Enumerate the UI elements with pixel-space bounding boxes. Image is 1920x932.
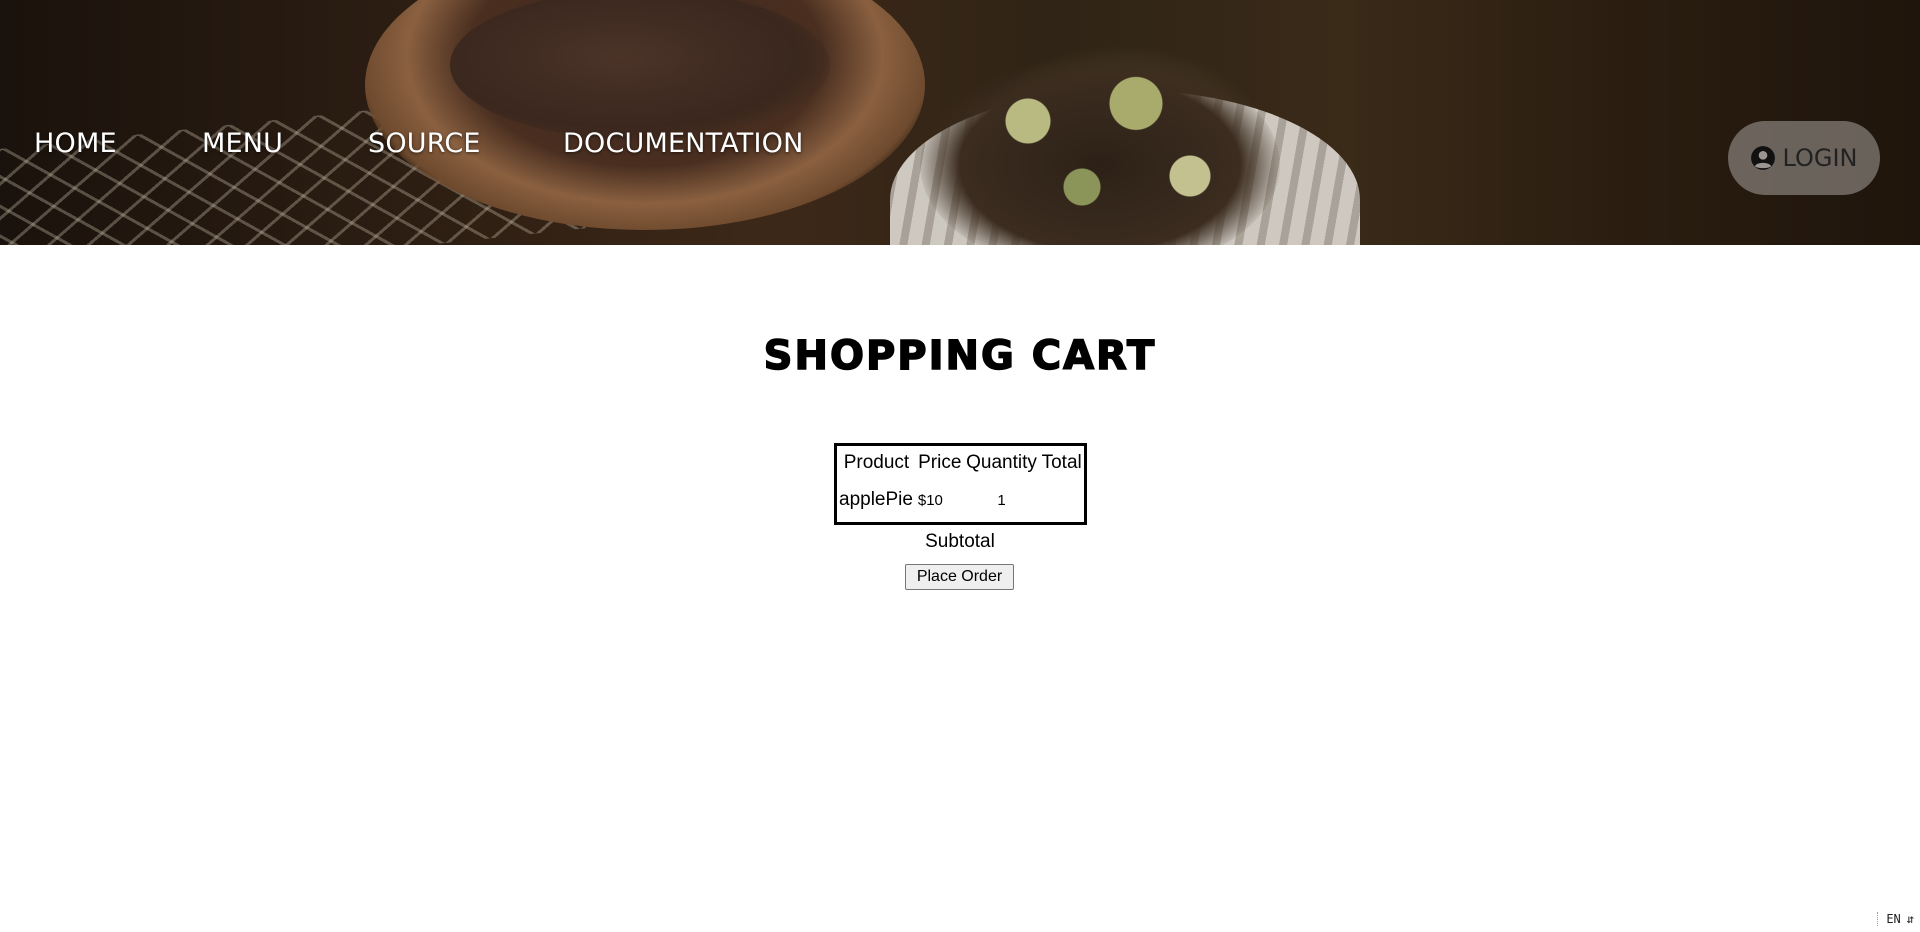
login-label: LOGIN <box>1782 144 1858 172</box>
login-button[interactable]: LOGIN <box>1728 121 1880 195</box>
table-header-row: Product Price Quantity Total <box>837 446 1084 476</box>
cell-price: $10 <box>917 491 943 509</box>
chevron-updown-icon: ⇵ <box>1906 912 1914 926</box>
column-header-price: Price <box>918 452 962 473</box>
table-row: applePie $10 1 <box>837 476 1084 522</box>
cell-quantity: 1 <box>997 491 1006 509</box>
language-label: EN <box>1886 912 1901 926</box>
nav-link-documentation[interactable]: DOCUMENTATION <box>563 128 804 159</box>
cell-product: applePie <box>839 489 913 510</box>
column-header-total: Total <box>1041 452 1082 473</box>
cart-table: Product Price Quantity Total applePie $1… <box>834 443 1087 525</box>
user-circle-icon <box>1751 146 1776 170</box>
subtotal-label: Subtotal <box>925 531 995 552</box>
column-header-product: Product <box>843 452 910 473</box>
hero-image-truffle <box>920 55 1280 245</box>
page-title: SHOPPING CART <box>763 332 1157 380</box>
nav-link-source[interactable]: SOURCE <box>368 128 481 159</box>
language-indicator[interactable]: EN ⇵ <box>1877 912 1914 926</box>
nav-link-home[interactable]: HOME <box>34 128 117 159</box>
cell-total <box>1039 476 1084 522</box>
column-header-quantity: Quantity <box>966 452 1037 473</box>
hero-banner: HOME MENU SOURCE DOCUMENTATION LOGIN <box>0 0 1920 245</box>
place-order-button[interactable]: Place Order <box>905 564 1014 590</box>
nav-link-menu[interactable]: MENU <box>202 128 283 159</box>
